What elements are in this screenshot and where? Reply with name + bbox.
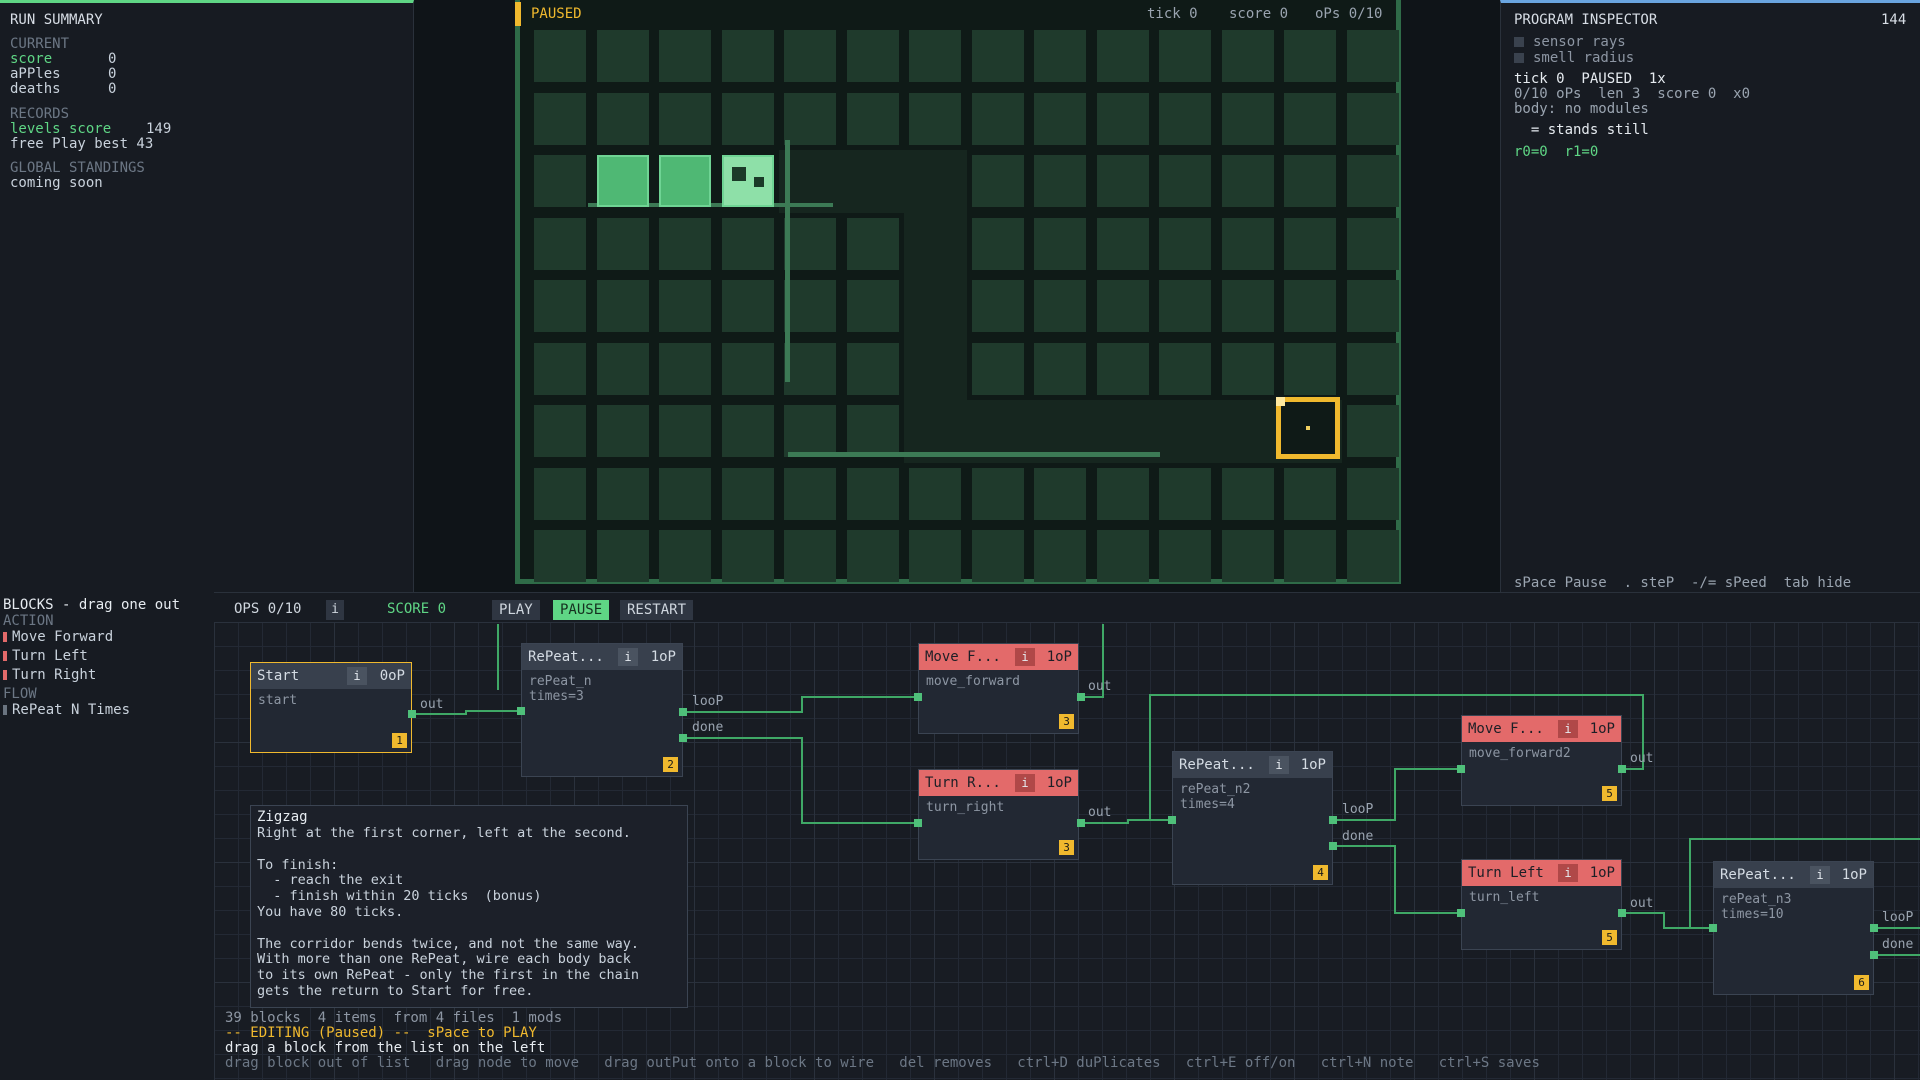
node-repeat-header: RePeat... i 1oP (522, 644, 682, 670)
node-turnr-ops: 1oP (1046, 775, 1072, 791)
node-repeat3-title: RePeat... (1720, 867, 1796, 883)
port-repeat-done-label: done (692, 720, 724, 735)
footer-stats: 39 blocks 4 items from 4 files 1 mods (225, 1010, 563, 1026)
node-move-forward[interactable]: Move F... i 1oP move_forward 3 (918, 643, 1079, 734)
node-start-title: Start (257, 668, 300, 684)
port-move1-out-label: out (1088, 679, 1112, 694)
node-turn-right[interactable]: Turn R... i 1oP turn_right 3 (918, 769, 1079, 860)
note-title: Zigzag (257, 809, 308, 825)
node-repeat-info-button[interactable]: i (618, 648, 638, 666)
footer-keys: drag block out of list drag node to move… (225, 1055, 1540, 1071)
port-turnl-out[interactable] (1618, 909, 1626, 917)
port-repeat-loop[interactable] (679, 708, 687, 716)
node-repeat-ops: 1oP (650, 649, 676, 665)
node-repeat2-header: RePeat... i 1oP (1173, 752, 1332, 778)
node-move1-order: 3 (1059, 714, 1074, 729)
node-move2-ops: 1oP (1589, 721, 1615, 737)
node-start[interactable]: Start i 0oP start 1 (250, 662, 412, 753)
node-repeat3-info-button[interactable]: i (1810, 866, 1830, 884)
node-turnr-id: turn_right (926, 800, 1005, 815)
node-move2-info-button[interactable]: i (1558, 720, 1578, 738)
port-repeat2-in[interactable] (1168, 816, 1176, 824)
port-repeat3-in[interactable] (1709, 924, 1717, 932)
port-turnl-out-label: out (1630, 896, 1654, 911)
port-repeat3-loop[interactable] (1870, 924, 1878, 932)
port-repeat-in[interactable] (517, 707, 525, 715)
node-repeat3-order: 6 (1854, 975, 1869, 990)
port-turnl-in[interactable] (1457, 909, 1465, 917)
node-turnr-order: 3 (1059, 840, 1074, 855)
node-move2-header: Move F... i 1oP (1462, 716, 1621, 742)
node-repeat3-ops: 1oP (1841, 867, 1867, 883)
node-repeat3-id: rePeat_n3 times=10 (1721, 892, 1792, 922)
port-repeat-loop-label: looP (692, 694, 724, 709)
node-turn-left[interactable]: Turn Left i 1oP turn_left 5 (1461, 859, 1622, 950)
wire-done-turnl (1333, 845, 1461, 914)
port-move1-in[interactable] (914, 693, 922, 701)
port-move2-out[interactable] (1618, 765, 1626, 773)
port-repeat-done[interactable] (679, 734, 687, 742)
port-start-out[interactable] (408, 710, 416, 718)
node-repeat2-ops: 1oP (1300, 757, 1326, 773)
wire-done-turnr (683, 737, 918, 824)
node-move1-id: move_forward (926, 674, 1020, 689)
level-note[interactable]: Zigzag Right at the first corner, left a… (250, 805, 688, 1008)
node-repeat-2[interactable]: RePeat... i 1oP rePeat_n2 times=4 4 (1172, 751, 1333, 885)
wire-turnl-repeat3 (1622, 912, 1713, 929)
port-repeat2-loop[interactable] (1329, 816, 1337, 824)
node-move1-title: Move F... (925, 649, 1001, 665)
node-turnl-order: 5 (1602, 930, 1617, 945)
port-repeat3-done[interactable] (1870, 951, 1878, 959)
wire-turnr-repeat2 (1081, 819, 1172, 824)
node-move2-id: move_forward2 (1469, 746, 1571, 761)
node-start-info-button[interactable]: i (347, 667, 367, 685)
node-move-forward-2[interactable]: Move F... i 1oP move_forward2 5 (1461, 715, 1622, 806)
node-turnr-title: Turn R... (925, 775, 1001, 791)
port-turnr-in[interactable] (914, 819, 922, 827)
node-turnl-id: turn_left (1469, 890, 1540, 905)
node-repeat2-title: RePeat... (1179, 757, 1255, 773)
footer-hint: drag a block from the list on the left (225, 1040, 546, 1056)
node-start-id: start (258, 693, 298, 708)
note-body: Right at the first corner, left at the s… (257, 825, 640, 999)
port-repeat2-done-label: done (1342, 829, 1374, 844)
node-repeat2-order: 4 (1313, 865, 1328, 880)
node-turnl-info-button[interactable]: i (1558, 864, 1578, 882)
port-repeat2-loop-label: looP (1342, 802, 1374, 817)
port-repeat3-loop-label: looP (1882, 910, 1914, 925)
node-turnr-info-button[interactable]: i (1015, 774, 1035, 792)
node-start-header: Start i 0oP (251, 663, 411, 689)
node-repeat-order: 2 (663, 757, 678, 772)
node-repeat[interactable]: RePeat... i 1oP rePeat_n times=3 2 (521, 643, 683, 777)
port-repeat2-done[interactable] (1329, 842, 1337, 850)
node-repeat2-id: rePeat_n2 times=4 (1180, 782, 1251, 812)
node-turnr-header: Turn R... i 1oP (919, 770, 1078, 796)
node-repeat-3[interactable]: RePeat... i 1oP rePeat_n3 times=10 6 (1713, 861, 1874, 995)
port-move2-in[interactable] (1457, 765, 1465, 773)
node-repeat3-header: RePeat... i 1oP (1714, 862, 1873, 888)
node-move2-title: Move F... (1468, 721, 1544, 737)
node-repeat-id: rePeat_n times=3 (529, 674, 592, 704)
node-turnl-ops: 1oP (1589, 865, 1615, 881)
port-turnr-out-label: out (1088, 805, 1112, 820)
port-move2-out-label: out (1630, 751, 1654, 766)
footer-mode: -- EDITING (Paused) -- sPace to PLAY (225, 1025, 537, 1041)
port-start-out-label: out (420, 697, 444, 712)
node-turnl-title: Turn Left (1468, 865, 1544, 881)
node-move1-ops: 1oP (1046, 649, 1072, 665)
port-turnr-out[interactable] (1077, 819, 1085, 827)
node-move2-order: 5 (1602, 786, 1617, 801)
node-turnl-header: Turn Left i 1oP (1462, 860, 1621, 886)
node-repeat-title: RePeat... (528, 649, 604, 665)
port-repeat3-done-label: done (1882, 937, 1914, 952)
node-start-order: 1 (392, 733, 407, 748)
port-move1-out[interactable] (1077, 693, 1085, 701)
node-repeat2-info-button[interactable]: i (1269, 756, 1289, 774)
node-move1-info-button[interactable]: i (1015, 648, 1035, 666)
node-start-ops: 0oP (379, 668, 405, 684)
node-move1-header: Move F... i 1oP (919, 644, 1078, 670)
